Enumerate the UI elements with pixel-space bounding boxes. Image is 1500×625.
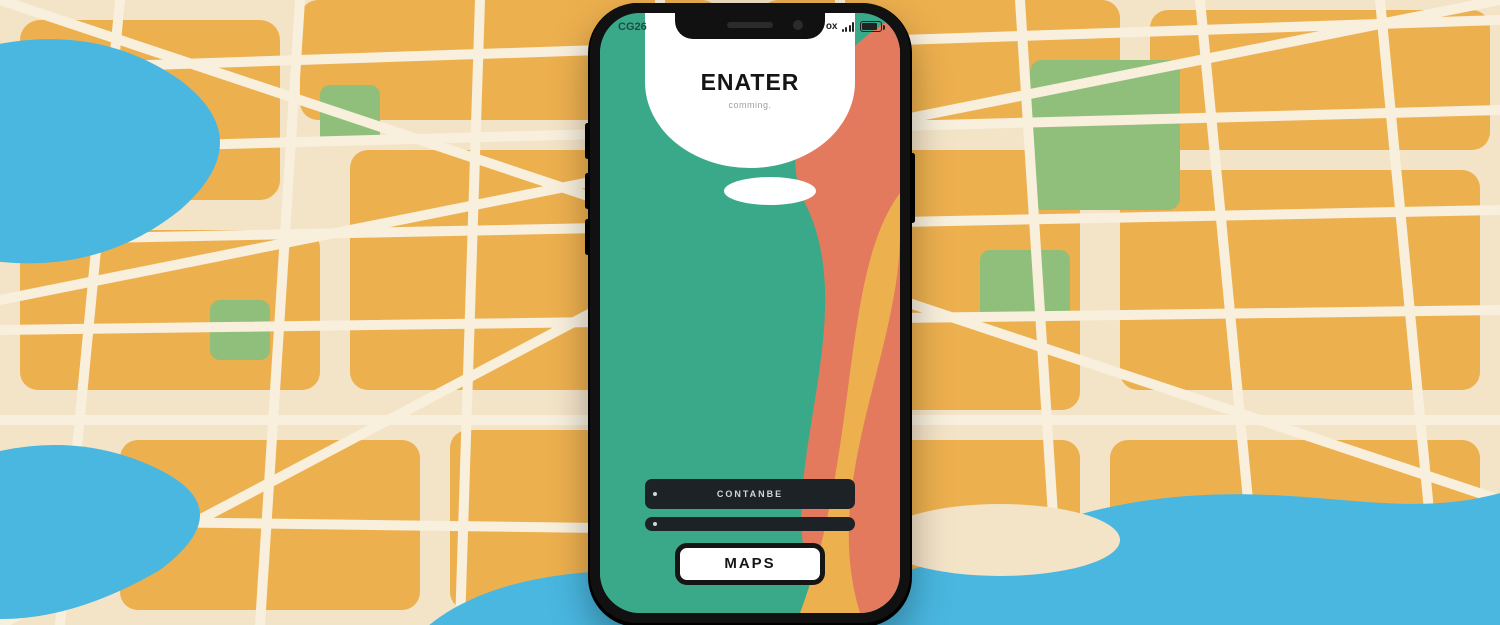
status-left-label: CG26 — [618, 21, 647, 33]
maps-button[interactable]: MAPS — [675, 543, 825, 585]
app-title: ENATER — [645, 69, 855, 96]
speaker-grill — [727, 22, 773, 28]
secondary-bar-button[interactable] — [645, 517, 855, 531]
dot-icon — [653, 492, 657, 496]
phone-frame: CG26 ox ENATER comming. CONTANBE — [590, 3, 910, 623]
phone-screen: CG26 ox ENATER comming. CONTANBE — [600, 13, 900, 613]
status-right-label: ox — [826, 21, 838, 32]
primary-bar-label: CONTANBE — [717, 489, 783, 499]
signal-icon — [842, 22, 855, 32]
bottom-controls: CONTANBE MAPS — [645, 479, 855, 585]
status-right: ox — [826, 21, 882, 32]
maps-button-label: MAPS — [724, 555, 775, 572]
dot-icon — [653, 522, 657, 526]
battery-icon — [860, 21, 882, 32]
front-camera — [793, 20, 803, 30]
app-subtitle: comming. — [645, 100, 855, 110]
phone-notch — [675, 13, 825, 39]
primary-bar-button[interactable]: CONTANBE — [645, 479, 855, 509]
